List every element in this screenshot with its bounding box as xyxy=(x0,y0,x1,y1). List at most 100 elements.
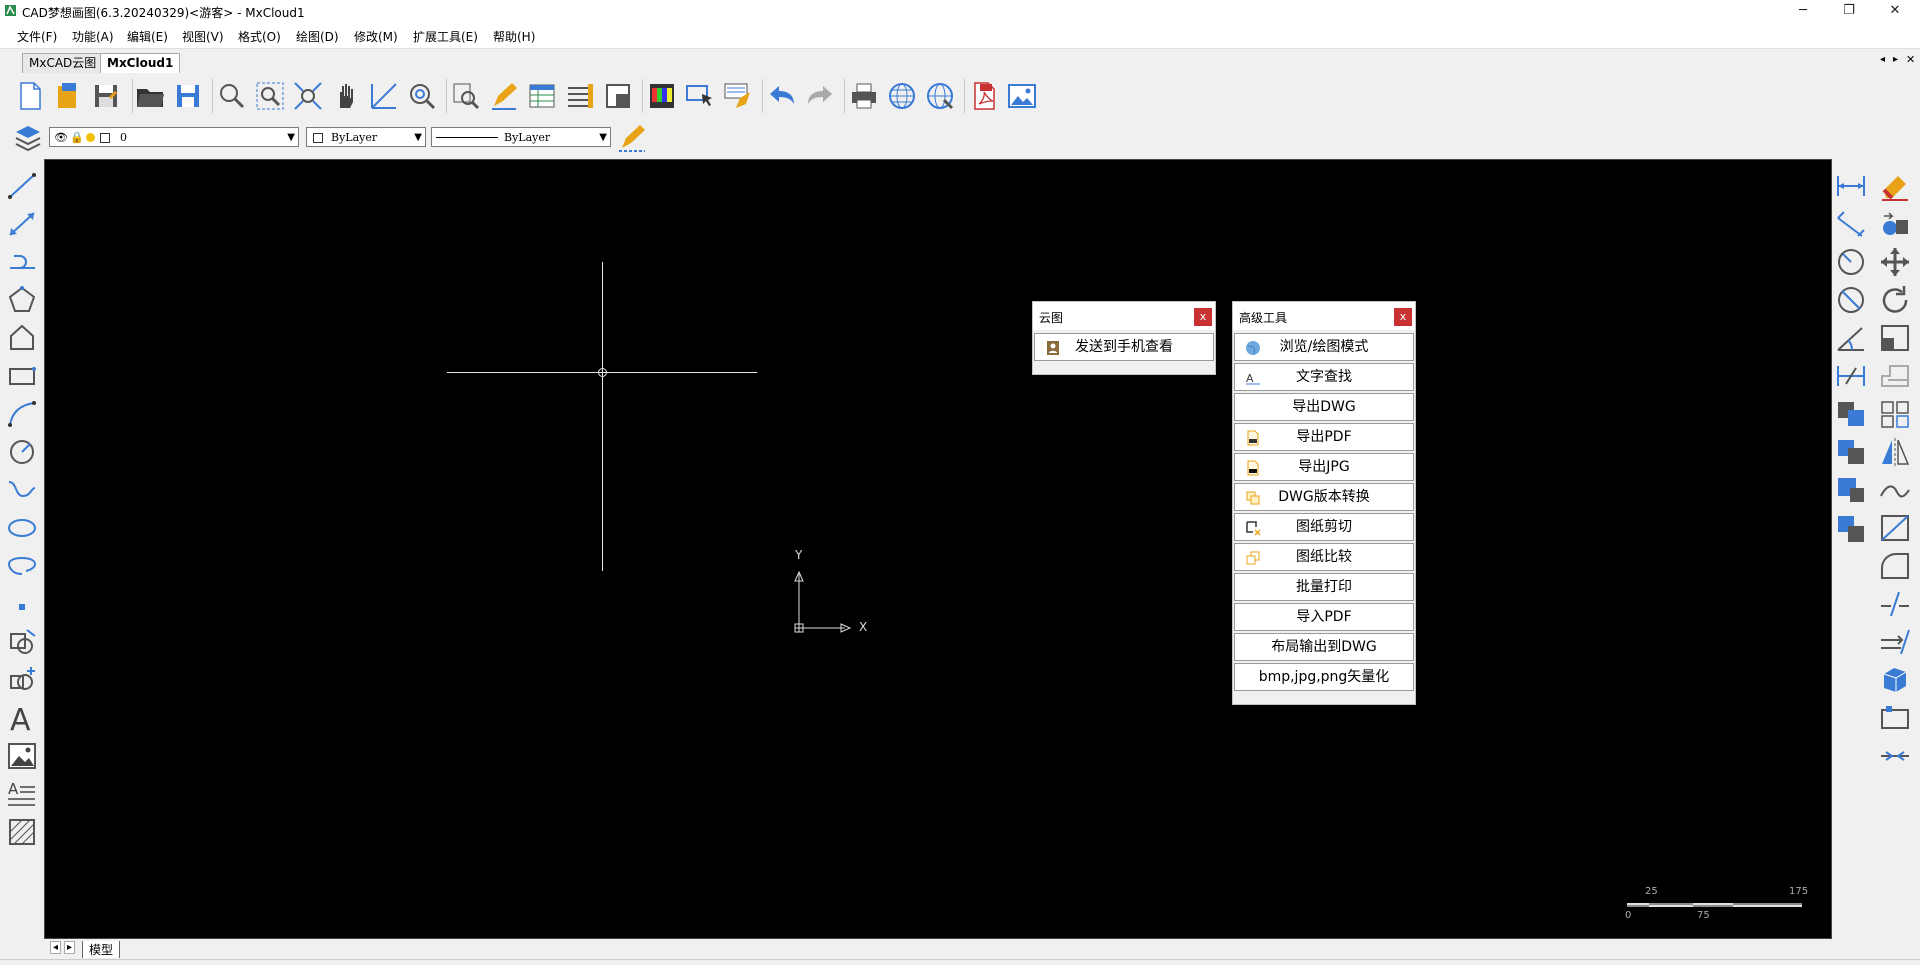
menu-extension-tools[interactable]: 扩展工具(E) xyxy=(413,28,478,45)
solid-box-icon[interactable] xyxy=(1878,664,1912,696)
pan-hand-icon[interactable] xyxy=(330,80,362,112)
layout-next-icon[interactable]: ▸ xyxy=(64,941,76,954)
web-globe-icon[interactable] xyxy=(886,80,918,112)
layer-list-icon[interactable] xyxy=(564,80,596,112)
zoom-realtime-icon[interactable] xyxy=(216,80,248,112)
layer-manager-icon[interactable] xyxy=(12,122,44,154)
circle-tool-icon[interactable] xyxy=(5,436,39,468)
edit-pencil-icon[interactable] xyxy=(488,80,520,112)
stretch-icon[interactable] xyxy=(1878,360,1912,392)
tab-mxcloud1[interactable]: MxCloud1 xyxy=(100,53,181,73)
spline-tool-icon[interactable] xyxy=(5,474,39,506)
maximize-button[interactable]: ❐ xyxy=(1826,0,1872,22)
menu-help[interactable]: 帮助(H) xyxy=(493,28,535,45)
drawing-compare-button[interactable]: 图纸比较 xyxy=(1234,543,1414,571)
block-icon[interactable] xyxy=(602,80,634,112)
linetype-combo[interactable]: ByLayer ▼ xyxy=(431,127,611,147)
match-props-pencil-icon[interactable] xyxy=(616,122,648,154)
explode-icon[interactable] xyxy=(1878,398,1912,430)
text-tool-icon[interactable]: A xyxy=(5,702,39,734)
tab-prev-icon[interactable]: ◂ xyxy=(1880,54,1885,65)
drawing-canvas[interactable]: Y X 25 175 0 75 xyxy=(44,159,1832,939)
properties-table-icon[interactable] xyxy=(526,80,558,112)
zoom-window-icon[interactable] xyxy=(254,80,286,112)
select-cursor-icon[interactable] xyxy=(684,80,716,112)
open-folder-icon[interactable] xyxy=(134,80,166,112)
import-pdf-button[interactable]: 导入PDF xyxy=(1234,603,1414,631)
export-dwg-button[interactable]: 导出DWG xyxy=(1234,393,1414,421)
dwg-version-convert-button[interactable]: DWG版本转换 xyxy=(1234,483,1414,511)
polygon-tool-icon[interactable] xyxy=(5,284,39,316)
menu-modify[interactable]: 修改(M) xyxy=(354,28,398,45)
erase-icon[interactable] xyxy=(1878,170,1912,202)
tab-next-icon[interactable]: ▸ xyxy=(1893,54,1898,65)
offset-copy-icon[interactable] xyxy=(1834,474,1868,506)
copy-objects-icon[interactable] xyxy=(1878,208,1912,240)
join-icon[interactable] xyxy=(1878,740,1912,772)
match-properties-icon[interactable] xyxy=(722,80,754,112)
hatch-tool-icon[interactable] xyxy=(5,816,39,848)
layout-to-dwg-button[interactable]: 布局输出到DWG xyxy=(1234,633,1414,661)
point-tool-icon[interactable] xyxy=(5,588,39,620)
ellipse-arc-tool-icon[interactable] xyxy=(5,550,39,582)
rotate-icon[interactable] xyxy=(1878,284,1912,316)
copy-blue-icon[interactable] xyxy=(1834,398,1868,430)
mirror-copy-icon[interactable] xyxy=(1834,436,1868,468)
menu-view[interactable]: 视图(V) xyxy=(182,28,224,45)
send-to-phone-button[interactable]: 发送到手机查看 xyxy=(1034,333,1214,361)
close-window-button[interactable]: ✕ xyxy=(1872,0,1918,22)
open-template-icon[interactable] xyxy=(52,80,84,112)
tab-close-icon[interactable]: ✕ xyxy=(1906,53,1915,66)
pdf-export-icon[interactable] xyxy=(968,80,1000,112)
pentagon-tool-icon[interactable] xyxy=(5,322,39,354)
scale-icon[interactable] xyxy=(1878,322,1912,354)
layer-combo[interactable]: 👁 🔒 0 ▼ xyxy=(49,127,299,147)
color-combo[interactable]: ByLayer ▼ xyxy=(306,127,426,147)
menu-draw[interactable]: 绘图(D) xyxy=(296,28,339,45)
linear-dimension-icon[interactable] xyxy=(1834,170,1868,202)
find-replace-icon[interactable] xyxy=(450,80,482,112)
export-pdf-button[interactable]: 导出PDF xyxy=(1234,423,1414,451)
offset-curve-icon[interactable] xyxy=(1878,474,1912,506)
measure-angle-icon[interactable] xyxy=(368,80,400,112)
layout-prev-icon[interactable]: ◂ xyxy=(50,941,62,954)
make-block-icon[interactable] xyxy=(5,664,39,696)
radius-dimension-icon[interactable] xyxy=(1834,246,1868,278)
tab-model[interactable]: 模型 xyxy=(82,941,121,958)
aligned-dimension-icon[interactable] xyxy=(1834,208,1868,240)
tab-mxcad-cloud[interactable]: MxCAD云图 xyxy=(22,53,104,73)
polyline-tool-icon[interactable] xyxy=(5,246,39,278)
angular-dimension-icon[interactable] xyxy=(1834,322,1868,354)
mtext-tool-icon[interactable]: A xyxy=(5,778,39,810)
browse-draw-mode-button[interactable]: 浏览/绘图模式 xyxy=(1234,333,1414,361)
raster-vectorize-button[interactable]: bmp,jpg,png矢量化 xyxy=(1234,663,1414,691)
line-tool-icon[interactable] xyxy=(5,170,39,202)
insert-block-icon[interactable] xyxy=(5,626,39,658)
fillet-icon[interactable] xyxy=(1878,550,1912,582)
text-search-button[interactable]: A 文字查找 xyxy=(1234,363,1414,391)
mirror-icon[interactable] xyxy=(1878,436,1912,468)
move-icon[interactable] xyxy=(1878,246,1912,278)
advanced-panel-close-button[interactable]: x xyxy=(1394,308,1412,326)
drawing-clip-button[interactable]: 图纸剪切 xyxy=(1234,513,1414,541)
print-icon[interactable] xyxy=(848,80,880,112)
arc-tool-icon[interactable] xyxy=(5,398,39,430)
batch-print-button[interactable]: 批量打印 xyxy=(1234,573,1414,601)
color-palette-icon[interactable] xyxy=(646,80,678,112)
save-icon[interactable] xyxy=(90,80,122,112)
image-insert-icon[interactable] xyxy=(1006,80,1038,112)
extend-icon[interactable] xyxy=(1878,626,1912,658)
menu-function[interactable]: 功能(A) xyxy=(72,28,114,45)
region-icon[interactable] xyxy=(1878,702,1912,734)
save-as-icon[interactable] xyxy=(172,80,204,112)
array-copy-icon[interactable] xyxy=(1834,512,1868,544)
continue-dimension-icon[interactable] xyxy=(1834,360,1868,392)
minimize-button[interactable]: ─ xyxy=(1780,0,1826,22)
redo-icon[interactable] xyxy=(804,80,836,112)
menu-format[interactable]: 格式(O) xyxy=(238,28,281,45)
cloud-panel-close-button[interactable]: x xyxy=(1194,308,1212,326)
web-publish-icon[interactable] xyxy=(924,80,956,112)
chamfer-icon[interactable] xyxy=(1878,512,1912,544)
zoom-extents-icon[interactable] xyxy=(292,80,324,112)
diameter-dimension-icon[interactable] xyxy=(1834,284,1868,316)
